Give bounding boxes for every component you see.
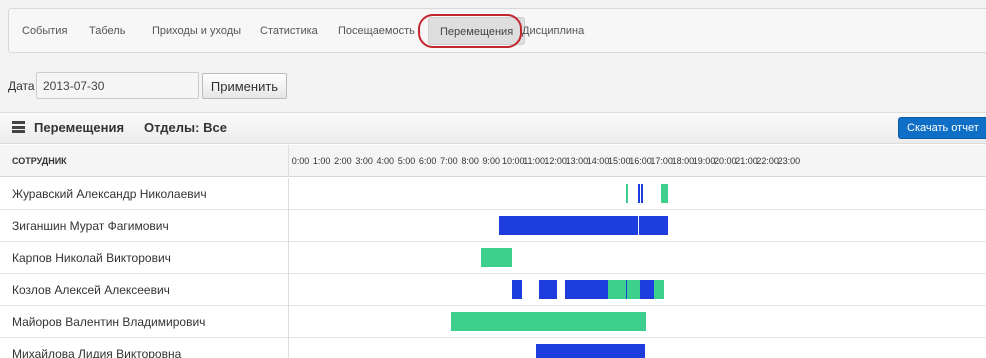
employee-name: Карпов Николай Викторович	[12, 251, 171, 265]
timeline-segment-green[interactable]	[627, 280, 640, 299]
employee-name: Михайлова Лидия Викторовна	[12, 347, 182, 358]
table-row[interactable]: Карпов Николай Викторович	[0, 242, 986, 274]
employee-name: Козлов Алексей Алексеевич	[12, 283, 170, 297]
timeline-track	[288, 210, 986, 242]
date-label: Дата	[8, 79, 35, 93]
timeline-track	[288, 274, 986, 306]
panel-header: Перемещения Отделы: Все Скачать отчет	[0, 113, 986, 144]
employee-column-header: СОТРУДНИК	[12, 156, 67, 166]
hour-scale: 0:00 1:00 2:00 3:00 4:00 5:00 6:00 7:00 8:00 9:00…	[288, 145, 800, 177]
timeline-segment-blue[interactable]	[539, 280, 558, 299]
download-report-button[interactable]: Скачать отчет	[898, 117, 986, 139]
hour-label: 16:00	[629, 156, 652, 166]
tab-2[interactable]: Табель	[89, 9, 125, 54]
hour-label: 17:00	[650, 156, 673, 166]
tab-4[interactable]: Статистика	[260, 9, 318, 54]
departments-filter: Отделы: Все	[144, 120, 227, 135]
timeline-segment-green[interactable]	[607, 280, 626, 299]
list-icon	[12, 121, 25, 133]
timeline-segment-blue[interactable]	[639, 280, 654, 299]
table-row[interactable]: Майоров Валентин Владимирович	[0, 306, 986, 338]
hour-label: 18:00	[671, 156, 695, 166]
hour-label: 5:00	[397, 156, 416, 166]
hour-label: 0:00	[291, 156, 310, 166]
table-row[interactable]: Михайлова Лидия Викторовна	[0, 338, 986, 358]
employee-name: Зиганшин Мурат Фагимович	[12, 219, 169, 233]
tab-7[interactable]: Дисциплина	[522, 9, 584, 54]
hour-label: 21:00	[735, 156, 758, 166]
hour-label: 7:00	[440, 156, 458, 166]
timeline-segment-green[interactable]	[626, 184, 629, 203]
timeline-segment-blue[interactable]	[638, 216, 669, 235]
hour-label: 10:00	[502, 156, 525, 166]
movements-panel: Перемещения Отделы: Все Скачать отчет СО…	[0, 112, 986, 358]
timeline-segment-blue[interactable]	[640, 184, 643, 203]
timeline-segment-blue[interactable]	[535, 344, 646, 358]
employee-name: Журавский Александр Николаевич	[12, 187, 207, 201]
hour-label: 4:00	[376, 156, 395, 166]
apply-button[interactable]: Применить	[202, 73, 287, 99]
hour-label: 15:00	[608, 156, 631, 166]
employee-rows: Журавский Александр Николаевич Зиганшин М…	[0, 178, 986, 358]
table-row[interactable]: Зиганшин Мурат Фагимович	[0, 210, 986, 242]
hour-label: 13:00	[565, 156, 589, 166]
tab-3[interactable]: Приходы и уходы	[152, 9, 241, 54]
hour-label: 8:00	[461, 156, 479, 166]
hour-label: 3:00	[355, 156, 373, 166]
page: События Табель Приходы и уходы Статистика По…	[0, 0, 986, 358]
tab-1[interactable]: События	[22, 9, 67, 54]
table-row[interactable]: Козлов Алексей Алексеевич	[0, 274, 986, 306]
hour-label: 6:00	[418, 156, 437, 166]
panel-title: Перемещения	[34, 120, 125, 135]
table-row[interactable]: Журавский Александр Николаевич	[0, 178, 986, 210]
timeline-segment-blue[interactable]	[498, 216, 638, 235]
timeline-track	[288, 306, 986, 338]
hour-label: 14:00	[586, 156, 610, 166]
timeline-segment-green[interactable]	[480, 248, 512, 267]
date-input[interactable]	[36, 72, 199, 99]
timeline-segment-blue[interactable]	[566, 280, 608, 299]
timeline-track	[288, 242, 986, 274]
tab-bar: События Табель Приходы и уходы Статистика По…	[8, 8, 986, 53]
timeline-segment-blue[interactable]	[513, 280, 523, 299]
hour-label: 20:00	[714, 156, 737, 166]
tab-5[interactable]: Посещаемость	[338, 9, 415, 54]
timeline-segment-blue[interactable]	[637, 184, 640, 203]
hour-label: 9:00	[482, 156, 501, 166]
hour-label: 1:00	[312, 156, 331, 166]
hour-label: 22:00	[756, 156, 779, 166]
hour-label: 2:00	[334, 156, 352, 166]
hour-label: 11:00	[523, 156, 546, 166]
timeline-segment-green[interactable]	[653, 280, 665, 299]
timeline-track	[288, 338, 986, 358]
hour-label: 12:00	[544, 156, 567, 166]
hour-label: 19:00	[692, 156, 716, 166]
hour-label: 23:00	[777, 156, 801, 166]
timeline-track	[288, 178, 986, 210]
employee-name: Майоров Валентин Владимирович	[12, 315, 206, 329]
timeline-segment-green[interactable]	[451, 312, 647, 331]
table-header: СОТРУДНИК 0:00 1:00 2:00 3:00 4:00 5:00 6:00 7:…	[0, 145, 986, 177]
timeline-segment-green[interactable]	[661, 184, 668, 203]
tab-6[interactable]: Перемещения	[428, 17, 526, 45]
